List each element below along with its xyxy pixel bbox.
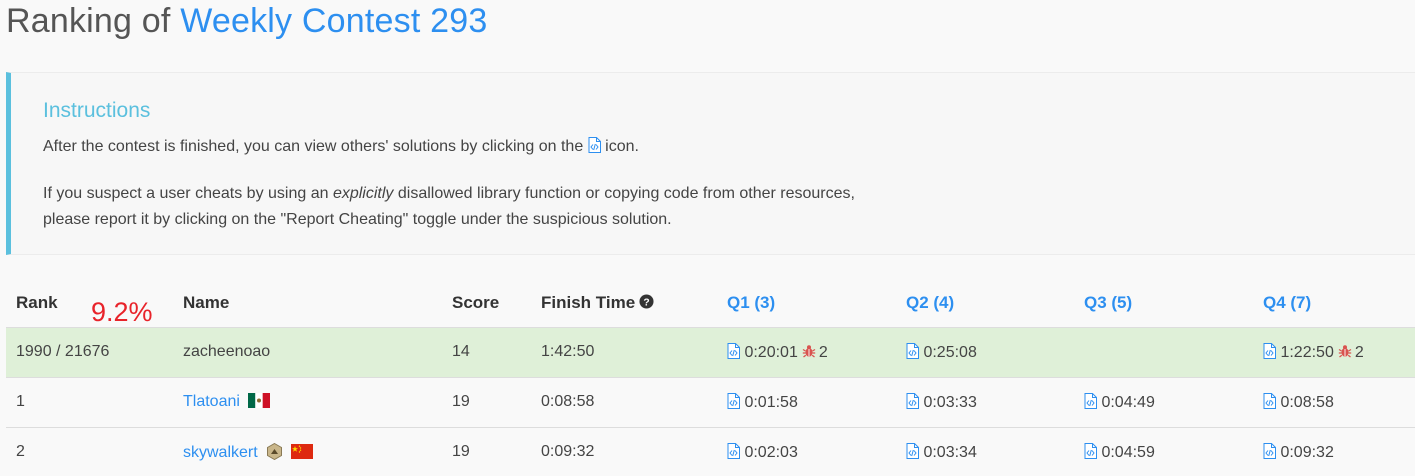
q3-column-header[interactable]: Q3 (5) xyxy=(1084,293,1132,313)
q2-time: 0:25:08 xyxy=(923,344,977,361)
contest-name-link[interactable]: Weekly Contest 293 xyxy=(180,2,487,40)
svg-text:?: ? xyxy=(644,297,650,308)
q4-column-header[interactable]: Q4 (7) xyxy=(1263,293,1311,313)
code-file-icon[interactable] xyxy=(1084,443,1097,459)
instructions-heading: Instructions xyxy=(43,99,151,122)
q4-cell: 0:08:58 xyxy=(1263,393,1334,412)
code-file-icon[interactable] xyxy=(906,443,919,459)
code-file-icon[interactable] xyxy=(727,443,740,459)
page-title: Ranking of Weekly Contest 293 xyxy=(6,2,487,41)
q3-time: 0:04:49 xyxy=(1101,394,1155,411)
instructions-line-2-start: If you suspect a user cheats by using an xyxy=(43,185,333,202)
table-row: 2 skywalkert 19 0:09:32 0:02:03 0:03:34 … xyxy=(6,427,1415,476)
score-cell: 14 xyxy=(452,343,470,360)
q4-bug-count: 2 xyxy=(1354,344,1364,361)
score-cell: 19 xyxy=(452,443,470,460)
q1-time: 0:02:03 xyxy=(744,444,798,461)
user-name-link[interactable]: skywalkert xyxy=(183,443,313,462)
hexagon-badge-icon xyxy=(266,443,283,460)
score-column-header: Score xyxy=(452,293,500,312)
q4-time: 1:22:50 xyxy=(1280,344,1334,361)
q1-time: 0:20:01 xyxy=(744,344,798,361)
question-circle-icon[interactable]: ? xyxy=(639,294,654,309)
q1-time: 0:01:58 xyxy=(744,394,798,411)
bug-icon xyxy=(1338,344,1352,358)
q1-cell: 0:01:58 xyxy=(727,393,798,412)
q1-bug-count: 2 xyxy=(818,344,828,361)
user-name: zacheenoao xyxy=(183,343,271,360)
finish-time-cell: 0:08:58 xyxy=(541,393,595,410)
bug-icon xyxy=(802,344,816,358)
user-name[interactable]: skywalkert xyxy=(183,444,258,461)
finish-time-cell: 0:09:32 xyxy=(541,443,595,460)
q2-cell: 0:25:08 xyxy=(906,343,977,362)
q4-time: 0:09:32 xyxy=(1280,444,1334,461)
code-file-icon xyxy=(588,137,601,153)
finish-time-column-header: Finish Time? xyxy=(541,293,654,313)
q4-time: 0:08:58 xyxy=(1280,394,1334,411)
instructions-line-2: If you suspect a user cheats by using an… xyxy=(43,181,855,233)
instructions-line-1: After the contest is finished, you can v… xyxy=(43,137,639,156)
score-cell: 19 xyxy=(452,393,470,410)
q2-time: 0:03:34 xyxy=(923,444,977,461)
instructions-emphasis: explicitly xyxy=(332,185,394,202)
q2-column-header[interactable]: Q2 (4) xyxy=(906,293,954,313)
q2-time: 0:03:33 xyxy=(923,394,977,411)
percentile-annotation: 9.2% xyxy=(91,297,153,327)
code-file-icon[interactable] xyxy=(727,393,740,409)
rank-cell: 1990 / 21676 xyxy=(16,343,110,360)
instructions-line-1-end: icon. xyxy=(605,138,639,155)
instructions-line-1-text: After the contest is finished, you can v… xyxy=(43,138,584,155)
rank-column-header: Rank xyxy=(16,293,58,312)
q3-time: 0:04:59 xyxy=(1101,444,1155,461)
instructions-line-2-end: disallowed library function or copying c… xyxy=(393,185,855,202)
code-file-icon[interactable] xyxy=(1263,443,1276,459)
q1-cell: 0:20:01 2 xyxy=(727,343,828,362)
rank-cell: 2 xyxy=(16,443,25,460)
finish-time-cell: 1:42:50 xyxy=(541,343,595,360)
code-file-icon[interactable] xyxy=(906,343,919,359)
code-file-icon[interactable] xyxy=(906,393,919,409)
user-name[interactable]: Tlatoani xyxy=(183,393,240,410)
q3-cell: 0:04:59 xyxy=(1084,443,1155,462)
code-file-icon[interactable] xyxy=(1084,393,1097,409)
q3-cell: 0:04:49 xyxy=(1084,393,1155,412)
q4-cell: 0:09:32 xyxy=(1263,443,1334,462)
code-file-icon[interactable] xyxy=(727,343,740,359)
code-file-icon[interactable] xyxy=(1263,343,1276,359)
mexico-flag-icon xyxy=(247,393,270,408)
q2-cell: 0:03:34 xyxy=(906,443,977,462)
q4-cell: 1:22:50 2 xyxy=(1263,343,1364,362)
table-row: 1 Tlatoani 19 0:08:58 0:01:58 0:03:33 0:… xyxy=(6,377,1415,427)
code-file-icon[interactable] xyxy=(1263,393,1276,409)
finish-time-label: Finish Time xyxy=(541,293,636,312)
table-row-current-user: 1990 / 21676 zacheenoao 14 1:42:50 0:20:… xyxy=(6,327,1415,377)
instructions-panel: Instructions After the contest is finish… xyxy=(6,72,1415,255)
title-prefix: Ranking of xyxy=(6,2,181,40)
name-column-header: Name xyxy=(183,293,230,312)
q2-cell: 0:03:33 xyxy=(906,393,977,412)
table-header: Rank Name Score Finish Time? Q1 (3) Q2 (… xyxy=(6,281,1415,327)
q1-column-header[interactable]: Q1 (3) xyxy=(727,293,775,313)
q1-cell: 0:02:03 xyxy=(727,443,798,462)
instructions-line-3: please report it by clicking on the "Rep… xyxy=(43,211,672,228)
rank-cell: 1 xyxy=(16,393,25,410)
user-name-link[interactable]: Tlatoani xyxy=(183,393,270,411)
china-flag-icon xyxy=(290,444,313,459)
